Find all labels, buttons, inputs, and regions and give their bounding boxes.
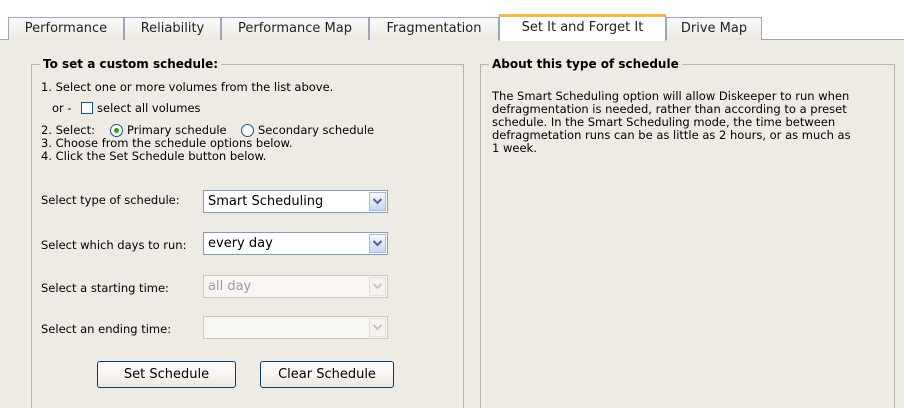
tab-bar: Performance Reliability Performance Map …: [0, 0, 904, 41]
custom-schedule-group: To set a custom schedule: 1. Select one …: [31, 57, 464, 408]
chevron-down-icon[interactable]: [369, 192, 386, 211]
about-schedule-group: About this type of schedule The Smart Sc…: [480, 57, 895, 408]
schedule-type-dropdown[interactable]: Smart Scheduling: [203, 190, 388, 213]
chevron-down-icon[interactable]: [369, 277, 386, 296]
instruction-step-3: 3. Choose from the schedule options belo…: [41, 136, 293, 150]
start-time-dropdown[interactable]: all day: [203, 275, 388, 298]
chevron-down-icon[interactable]: [369, 234, 386, 253]
end-time-dropdown[interactable]: [203, 316, 388, 339]
schedule-type-value: Smart Scheduling: [208, 194, 324, 209]
tab-performance-map[interactable]: Performance Map: [221, 17, 369, 40]
schedule-type-label: Select type of schedule:: [41, 193, 180, 207]
radio-selected-dot: [114, 128, 119, 133]
chevron-down-icon[interactable]: [369, 318, 386, 337]
days-label: Select which days to run:: [41, 238, 187, 252]
tab-fragmentation[interactable]: Fragmentation: [369, 17, 499, 40]
set-schedule-button[interactable]: Set Schedule: [97, 361, 236, 388]
days-dropdown[interactable]: every day: [203, 232, 388, 255]
tab-content: To set a custom schedule: 1. Select one …: [0, 40, 904, 408]
secondary-schedule-label: Secondary schedule: [258, 123, 375, 137]
primary-schedule-label: Primary schedule: [127, 123, 227, 137]
about-schedule-title: About this type of schedule: [489, 57, 682, 71]
tab-drive-map[interactable]: Drive Map: [666, 17, 762, 40]
instruction-step-4: 4. Click the Set Schedule button below.: [41, 149, 267, 163]
select-all-volumes-checkbox[interactable]: [81, 102, 93, 114]
tab-set-it-and-forget-it[interactable]: Set It and Forget It: [499, 14, 666, 41]
custom-schedule-title: To set a custom schedule:: [40, 57, 222, 71]
end-time-label: Select an ending time:: [41, 322, 172, 336]
about-schedule-description: The Smart Scheduling option will allow D…: [492, 89, 851, 155]
instruction-step-2: 2. Select:: [41, 123, 95, 137]
tab-reliability[interactable]: Reliability: [124, 17, 221, 40]
tab-performance[interactable]: Performance: [8, 17, 124, 40]
select-all-volumes-label: select all volumes: [97, 101, 201, 115]
clear-schedule-button[interactable]: Clear Schedule: [260, 361, 394, 388]
instruction-step-1: 1. Select one or more volumes from the l…: [41, 80, 334, 94]
start-time-value: all day: [208, 279, 252, 294]
start-time-label: Select a starting time:: [41, 281, 169, 295]
days-value: every day: [208, 236, 273, 251]
or-label: or -: [52, 101, 72, 115]
